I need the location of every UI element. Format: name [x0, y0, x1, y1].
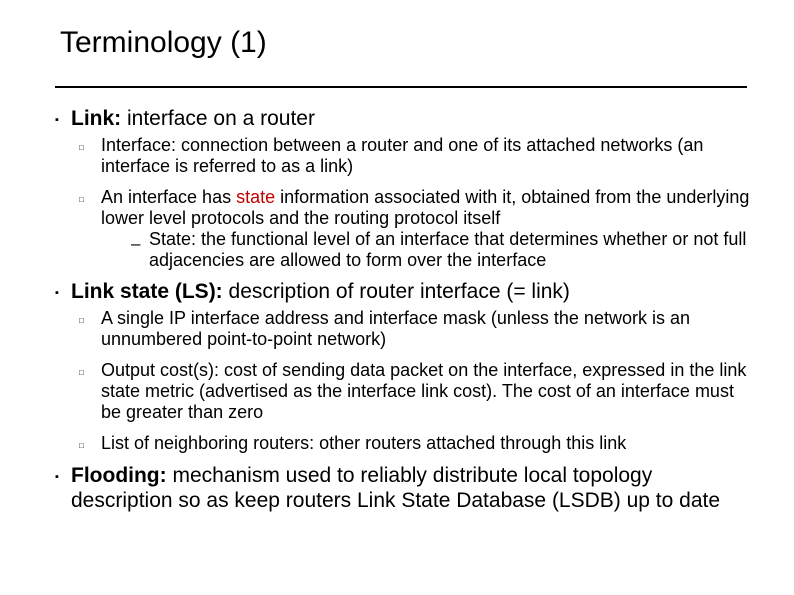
section-flooding: ▪ Flooding: mechanism used to reliably d…	[55, 463, 755, 513]
bullet-state-info: □ An interface has state information ass…	[79, 187, 755, 271]
slide: Terminology (1) ▪ Link: interface on a r…	[0, 0, 794, 595]
bullet-l2-text: An interface has state information assoc…	[101, 187, 755, 271]
term-flooding: Flooding:	[71, 464, 167, 487]
bullet-neighboring-routers: □ List of neighboring routers: other rou…	[79, 433, 755, 455]
bullet-l1-text: Link state (LS): description of router i…	[71, 279, 570, 304]
title-divider	[55, 86, 747, 88]
bullet-ip-interface: □ A single IP interface address and inte…	[79, 308, 755, 350]
bullet-l2-icon: □	[79, 433, 101, 455]
slide-title: Terminology (1)	[60, 26, 267, 60]
bullet-l1-icon: ▪	[55, 463, 71, 490]
bullet-output-cost: □ Output cost(s): cost of sending data p…	[79, 360, 755, 423]
slide-body: ▪ Link: interface on a router □ Interfac…	[55, 100, 755, 521]
bullet-l2-icon: □	[79, 135, 101, 157]
bullet-l2-text: Interface: connection between a router a…	[101, 135, 755, 177]
bullet-l3-text: State: the functional level of an interf…	[149, 229, 755, 271]
bullet-l2-text: Output cost(s): cost of sending data pac…	[101, 360, 755, 423]
bullet-link: ▪ Link: interface on a router	[55, 106, 755, 133]
term-link: Link:	[71, 107, 121, 130]
bullet-l2-icon: □	[79, 187, 101, 209]
bullet-l3-icon: –	[131, 229, 149, 254]
state-pre: An interface has	[101, 187, 236, 207]
section-link: ▪ Link: interface on a router □ Interfac…	[55, 106, 755, 271]
bullet-l2-text: A single IP interface address and interf…	[101, 308, 755, 350]
term-link-state-rest: description of router interface (= link)	[223, 280, 570, 303]
term-flooding-rest: mechanism used to reliably distribute lo…	[71, 464, 720, 512]
state-red-word: state	[236, 187, 275, 207]
bullet-flooding: ▪ Flooding: mechanism used to reliably d…	[55, 463, 755, 513]
bullet-l2-icon: □	[79, 360, 101, 382]
bullet-interface-def: □ Interface: connection between a router…	[79, 135, 755, 177]
bullet-l1-icon: ▪	[55, 279, 71, 306]
bullet-l2-icon: □	[79, 308, 101, 330]
section-link-state: ▪ Link state (LS): description of router…	[55, 279, 755, 455]
term-link-rest: interface on a router	[121, 107, 315, 130]
bullet-l2-text: List of neighboring routers: other route…	[101, 433, 626, 454]
term-link-state: Link state (LS):	[71, 280, 223, 303]
bullet-l1-text: Link: interface on a router	[71, 106, 315, 131]
bullet-state-def: – State: the functional level of an inte…	[131, 229, 755, 271]
bullet-l1-icon: ▪	[55, 106, 71, 133]
bullet-link-state: ▪ Link state (LS): description of router…	[55, 279, 755, 306]
bullet-l1-text: Flooding: mechanism used to reliably dis…	[71, 463, 755, 513]
